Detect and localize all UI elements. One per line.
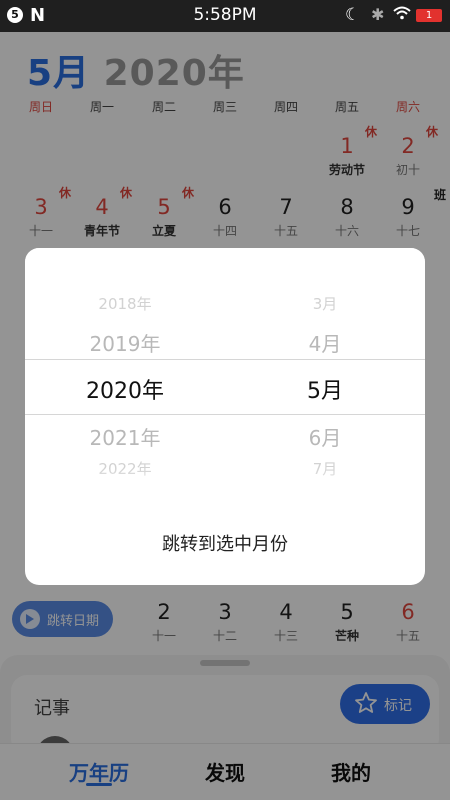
status-bar: 5 N 5:58PM ☾ ✱ 1	[0, 0, 450, 32]
year-option[interactable]: 2019年	[25, 328, 225, 357]
picker-fade-top	[25, 248, 425, 288]
month-option-selected[interactable]: 5月	[225, 373, 425, 405]
month-option[interactable]: 3月	[225, 293, 425, 314]
month-option[interactable]: 6月	[225, 422, 425, 451]
date-picker-dialog: 2018年 2019年 2020年 2021年 2022年 3月 4月 5月 6…	[25, 248, 425, 585]
year-option[interactable]: 2018年	[25, 293, 225, 314]
moon-icon: ☾	[345, 5, 361, 25]
battery-icon: 1	[416, 9, 442, 22]
picker-divider-top	[25, 359, 425, 360]
picker-divider-bottom	[25, 414, 425, 415]
bluetooth-icon: ✱	[371, 5, 385, 24]
year-option[interactable]: 2021年	[25, 422, 225, 451]
jump-to-month-button[interactable]: 跳转到选中月份	[25, 530, 425, 556]
year-option-selected[interactable]: 2020年	[25, 373, 225, 405]
wifi-icon	[393, 6, 411, 20]
picker-fade-bottom	[25, 468, 425, 498]
month-option[interactable]: 4月	[225, 328, 425, 357]
